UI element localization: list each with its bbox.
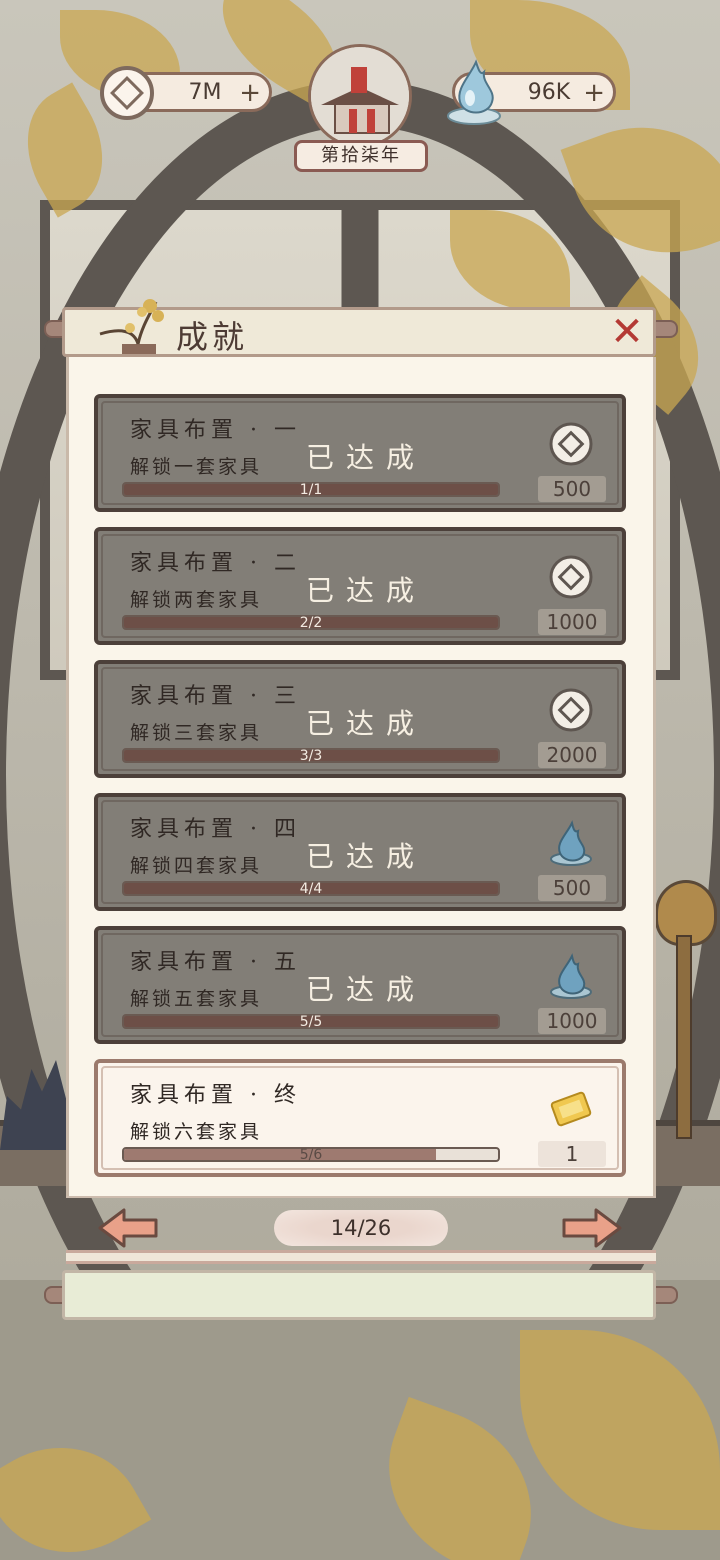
copper-coin-icon bbox=[546, 686, 596, 734]
add-water-button[interactable]: + bbox=[583, 80, 605, 106]
achievement-status: 已达成 bbox=[306, 973, 427, 1006]
achievement-desc: 解锁两套家具 bbox=[130, 589, 263, 611]
reward-value: 1000 bbox=[538, 609, 606, 635]
reward-value: 1 bbox=[538, 1141, 606, 1167]
progress-text: 3/3 bbox=[299, 748, 323, 764]
water-drop-icon bbox=[447, 59, 501, 125]
panel-title: 成就 bbox=[176, 318, 249, 356]
copper-coin-icon bbox=[100, 66, 154, 120]
reward-value: 500 bbox=[538, 875, 606, 901]
next-page-button[interactable] bbox=[560, 1206, 624, 1250]
pavilion-icon bbox=[308, 44, 412, 148]
achievement-status: 已达成 bbox=[306, 574, 427, 607]
achievement-desc: 解锁三套家具 bbox=[130, 722, 263, 744]
close-icon: ✕ bbox=[610, 309, 644, 355]
copper-coin-icon bbox=[546, 420, 596, 468]
achievement-title: 家具布置 · 三 bbox=[130, 684, 301, 709]
progress-text: 4/4 bbox=[299, 881, 323, 897]
achievement-card[interactable]: 家具布置 · 三解锁三套家具 已达成 3/3 2000 bbox=[94, 660, 626, 778]
water-drop-icon bbox=[546, 819, 596, 867]
water-drop-icon bbox=[546, 952, 596, 1000]
coin-value: 7M bbox=[188, 79, 222, 105]
copper-coin-icon bbox=[546, 553, 596, 601]
achievement-title: 家具布置 · 终 bbox=[130, 1083, 301, 1108]
close-button[interactable]: ✕ bbox=[606, 312, 648, 354]
achievement-card[interactable]: 家具布置 · 一解锁一套家具 已达成 1/1 500 bbox=[94, 394, 626, 512]
achievement-title: 家具布置 · 五 bbox=[130, 950, 301, 975]
progress-text: 5/6 bbox=[299, 1147, 323, 1163]
prev-page-button[interactable] bbox=[96, 1206, 160, 1250]
progress-text: 5/5 bbox=[299, 1014, 323, 1030]
achievement-desc: 解锁五套家具 bbox=[130, 988, 263, 1010]
reward-value: 500 bbox=[538, 476, 606, 502]
progress-text: 1/1 bbox=[299, 482, 323, 498]
achievement-status: 已达成 bbox=[306, 441, 427, 474]
achievement-title: 家具布置 · 四 bbox=[130, 817, 301, 842]
year-label: 第拾柒年 bbox=[294, 140, 428, 172]
achievement-card[interactable]: 家具布置 · 二解锁两套家具 已达成 2/2 1000 bbox=[94, 527, 626, 645]
ticket-icon[interactable] bbox=[546, 1085, 596, 1133]
year-badge[interactable]: 第拾柒年 bbox=[294, 44, 428, 174]
panel-footer bbox=[62, 1270, 656, 1320]
achievement-card[interactable]: 家具布置 · 五解锁五套家具 已达成 5/5 1000 bbox=[94, 926, 626, 1044]
achievement-desc: 解锁六套家具 bbox=[130, 1121, 263, 1143]
achievement-title: 家具布置 · 二 bbox=[130, 551, 301, 576]
reward-value: 1000 bbox=[538, 1008, 606, 1034]
achievement-desc: 解锁四套家具 bbox=[130, 855, 263, 877]
page-indicator: 14/26 bbox=[274, 1210, 448, 1246]
achievement-desc: 解锁一套家具 bbox=[130, 456, 263, 478]
achievement-status: 已达成 bbox=[306, 840, 427, 873]
achievement-card[interactable]: 家具布置 · 终解锁六套家具 5/6 1 bbox=[94, 1059, 626, 1177]
add-coins-button[interactable]: + bbox=[239, 80, 261, 106]
progress-text: 2/2 bbox=[299, 615, 323, 631]
bonsai-icon bbox=[99, 299, 164, 354]
achievement-status: 已达成 bbox=[306, 707, 427, 740]
reward-value: 2000 bbox=[538, 742, 606, 768]
achievement-title: 家具布置 · 一 bbox=[130, 418, 301, 443]
water-value: 96K bbox=[527, 79, 571, 105]
achievement-card[interactable]: 家具布置 · 四解锁四套家具 已达成 4/4 500 bbox=[94, 793, 626, 911]
